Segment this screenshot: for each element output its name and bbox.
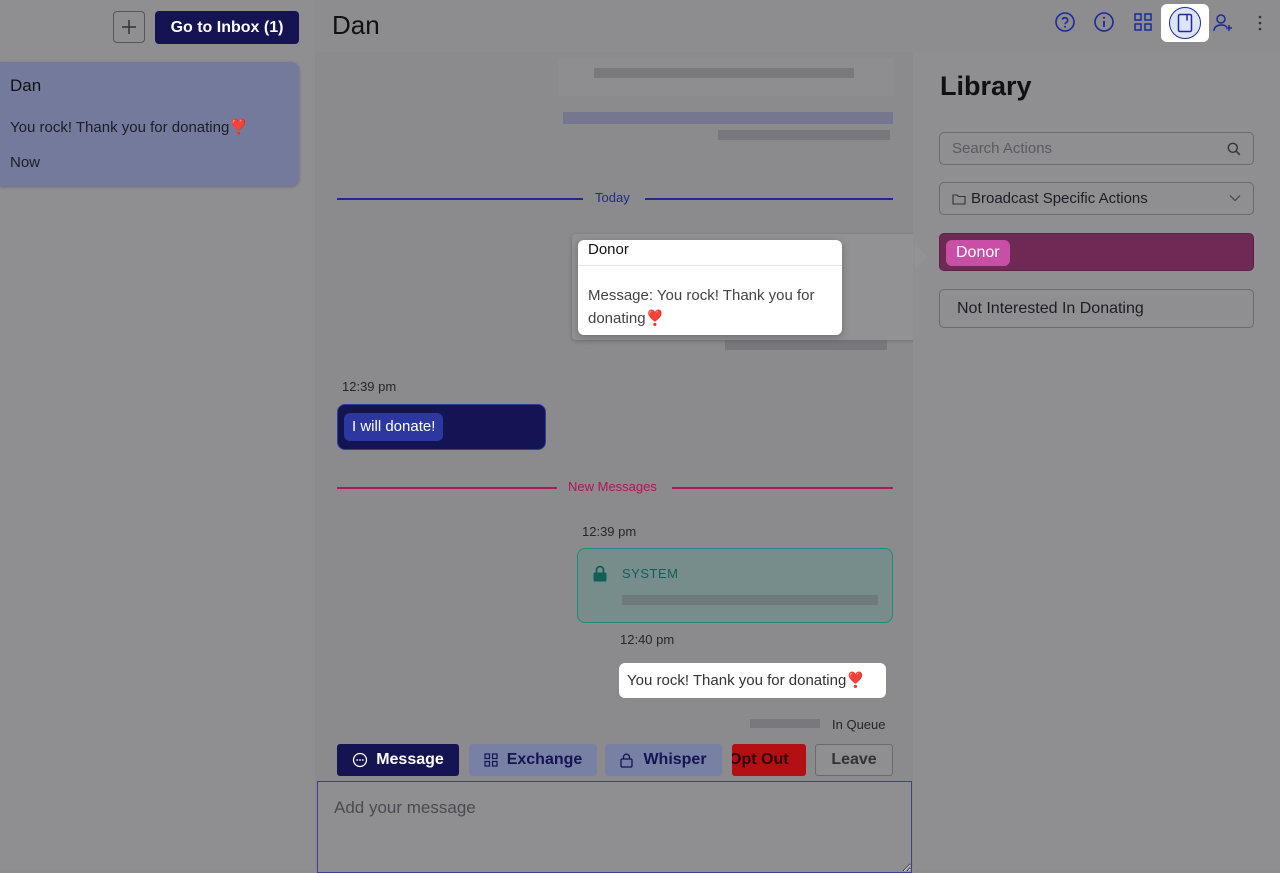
message-mode-button[interactable]: Message	[337, 744, 459, 776]
action-tooltip: Donor Message: You rock! Thank you for d…	[578, 240, 842, 335]
library-item-not-interested[interactable]: Not Interested In Donating	[939, 289, 1254, 328]
message-timestamp: 12:39 pm	[582, 524, 637, 539]
conversation-card[interactable]: Dan You rock! Thank you for donating❣️ N…	[0, 62, 299, 186]
redacted-text	[718, 130, 890, 140]
conversation-preview: You rock! Thank you for donating❣️	[10, 119, 248, 136]
tooltip-body: Message: You rock! Thank you for donatin…	[588, 287, 815, 327]
whisper-mode-button[interactable]: Whisper	[605, 744, 722, 776]
dropdown-selected-value: Broadcast Specific Actions	[971, 190, 1148, 207]
message-status: In Queue	[832, 717, 886, 732]
go-to-inbox-button[interactable]: Go to Inbox (1)	[155, 11, 299, 44]
library-button[interactable]	[1169, 7, 1201, 39]
divider-line	[337, 487, 557, 489]
library-toggle-highlight	[1161, 4, 1209, 42]
message-timestamp: 12:40 pm	[620, 632, 675, 647]
divider-line	[645, 198, 893, 200]
library-item-label: Donor	[946, 240, 1010, 266]
exchange-mode-button[interactable]: Exchange	[469, 744, 597, 776]
search-actions-input[interactable]	[940, 133, 1253, 164]
incoming-message-bubble[interactable]: I will donate!	[337, 404, 546, 450]
add-user-icon[interactable]	[1210, 10, 1236, 36]
redacted-text	[563, 112, 893, 124]
redacted-text	[594, 68, 854, 78]
outgoing-message-bubble[interactable]: You rock! Thank you for donating❣️	[619, 663, 886, 698]
conversation-time: Now	[10, 154, 41, 171]
library-panel: Library Broadcast Specific Actions Donor…	[913, 52, 1280, 869]
grid-icon	[484, 753, 498, 767]
tooltip-divider	[578, 265, 842, 266]
grid-icon[interactable]	[1130, 9, 1156, 35]
opt-out-button[interactable]: Opt Out	[732, 744, 806, 776]
chat-bubble-icon	[353, 752, 368, 768]
page-title: Dan	[332, 10, 380, 40]
library-title: Library	[940, 71, 1032, 101]
redacted-text	[750, 719, 820, 728]
tooltip-pointer	[915, 244, 928, 270]
plus-icon	[122, 20, 136, 34]
incoming-message-text: I will donate!	[344, 413, 444, 441]
divider-new-messages: New Messages	[568, 479, 657, 494]
conversation-name: Dan	[10, 76, 42, 95]
conversation-list-panel: Go to Inbox (1) Dan You rock! Thank you …	[0, 0, 315, 869]
tooltip-title: Donor	[588, 241, 629, 258]
action-category-dropdown[interactable]: Broadcast Specific Actions	[939, 182, 1254, 215]
divider-line	[672, 487, 893, 489]
redacted-text	[725, 340, 887, 350]
lock-icon	[620, 753, 634, 768]
library-search	[939, 132, 1254, 165]
new-conversation-button[interactable]	[113, 11, 145, 43]
message-input[interactable]	[318, 782, 911, 872]
system-message-card: SYSTEM	[577, 548, 893, 623]
info-icon[interactable]	[1091, 9, 1117, 35]
lock-icon	[593, 565, 607, 582]
system-label: SYSTEM	[622, 566, 679, 581]
library-book-icon	[1177, 13, 1193, 33]
opt-out-label: Opt Out	[732, 751, 789, 768]
library-item-donor[interactable]: Donor	[939, 233, 1254, 271]
message-mode-label: Message	[376, 751, 444, 768]
chevron-down-icon	[1229, 195, 1241, 202]
leave-button[interactable]: Leave	[815, 744, 893, 776]
message-composer	[317, 781, 912, 873]
whisper-mode-label: Whisper	[643, 751, 707, 768]
divider-today: Today	[595, 190, 630, 205]
exchange-mode-label: Exchange	[506, 751, 583, 768]
divider-line	[337, 198, 583, 200]
folder-icon	[952, 193, 966, 205]
help-icon[interactable]	[1052, 9, 1078, 35]
redacted-text	[622, 595, 878, 605]
search-icon	[1227, 142, 1241, 156]
message-timestamp: 12:39 pm	[342, 379, 397, 394]
more-vertical-icon[interactable]	[1247, 10, 1273, 36]
